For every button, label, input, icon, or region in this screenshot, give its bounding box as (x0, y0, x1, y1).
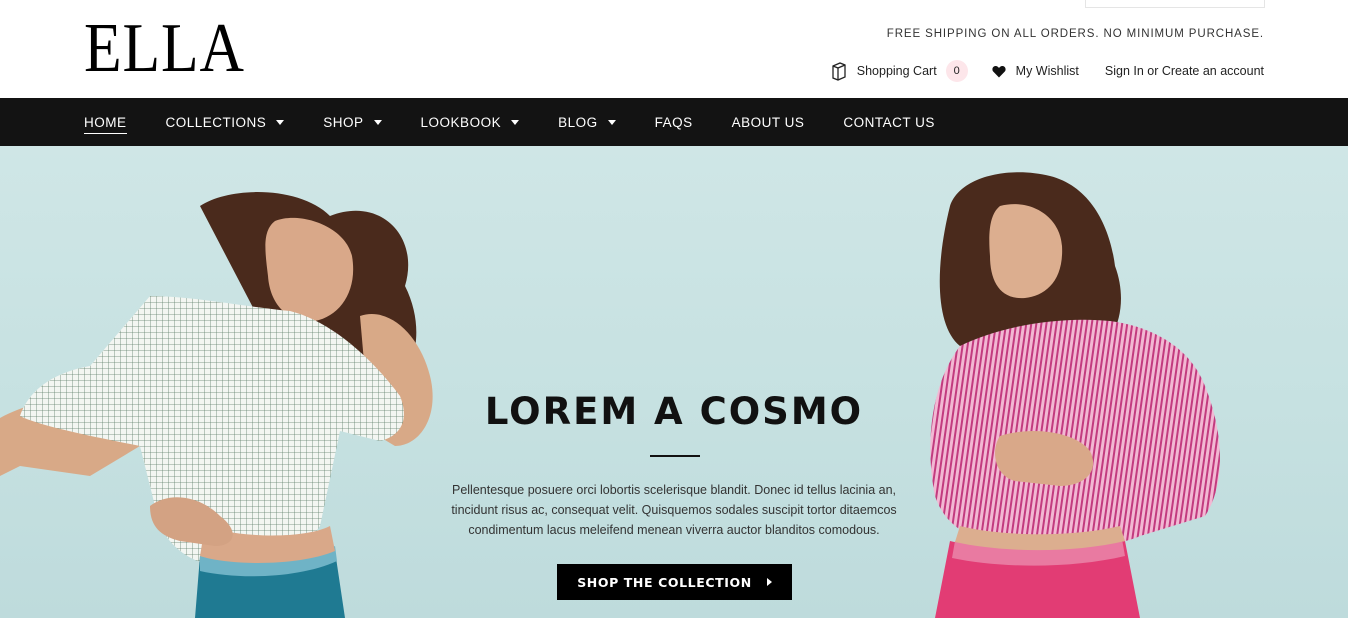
cart-icon (832, 62, 846, 81)
shop-collection-button[interactable]: SHOP THE COLLECTION (557, 564, 792, 600)
nav-item-contact-us[interactable]: CONTACT US (843, 98, 935, 146)
main-navigation: HOME COLLECTIONS SHOP LOOKBOOK BLOG FAQS… (0, 98, 1348, 146)
caret-down-icon (276, 119, 285, 125)
right-model-figure (930, 172, 1220, 618)
nav-item-shop[interactable]: SHOP (323, 98, 382, 146)
nav-item-label: COLLECTIONS (165, 114, 267, 130)
hero-description-line: Pellentesque posuere orci lobortis scele… (451, 483, 896, 497)
nav-item-label: LOOKBOOK (420, 114, 502, 130)
sign-in-link[interactable]: Sign In or Create an account (1105, 64, 1264, 78)
hero-title: LOREM A COSMO (484, 390, 864, 433)
nav-item-blog[interactable]: BLOG (558, 98, 616, 146)
hero-image (0, 172, 1220, 618)
nav-item-lookbook[interactable]: LOOKBOOK (421, 98, 520, 146)
left-model-figure (0, 192, 433, 618)
search-box-edge[interactable] (1085, 0, 1265, 8)
nav-item-label: BLOG (558, 114, 598, 130)
nav-item-home[interactable]: HOME (84, 98, 127, 146)
shopping-cart-link[interactable]: Shopping Cart 0 (831, 60, 968, 82)
header-links: Shopping Cart 0 My Wishlist Sign In or C… (831, 60, 1264, 82)
hero-description: Pellentesque posuere orci lobortis scele… (434, 480, 914, 540)
wishlist-link[interactable]: My Wishlist (992, 64, 1079, 78)
free-shipping-banner: FREE SHIPPING ON ALL ORDERS. NO MINIMUM … (886, 28, 1264, 40)
arrow-right-icon (766, 578, 772, 586)
caret-down-icon (607, 119, 616, 125)
hero-divider (650, 455, 700, 457)
hero-banner: LOREM A COSMO Pellentesque posuere orci … (0, 146, 1348, 618)
caret-down-icon (511, 119, 520, 125)
caret-down-icon (373, 119, 382, 125)
nav-item-label: SHOP (323, 114, 364, 130)
cart-label: Shopping Cart (856, 64, 937, 78)
nav-item-about-us[interactable]: ABOUT US (732, 98, 805, 146)
nav-item-label: FAQS (654, 114, 693, 130)
wishlist-label: My Wishlist (1015, 64, 1079, 78)
nav-item-faqs[interactable]: FAQS (655, 98, 693, 146)
nav-item-label: CONTACT US (843, 114, 935, 130)
cart-count-badge: 0 (945, 60, 968, 82)
logo[interactable]: ELLA (84, 14, 245, 84)
hero-description-line: condimentum lacus meleifend menean viver… (468, 523, 880, 537)
nav-item-label: ABOUT US (731, 114, 805, 130)
nav-item-label: HOME (84, 114, 127, 134)
site-header: ELLA FREE SHIPPING ON ALL ORDERS. NO MIN… (0, 0, 1348, 98)
nav-item-collections[interactable]: COLLECTIONS (166, 98, 285, 146)
heart-icon (992, 65, 1006, 77)
hero-description-line: tincidunt risus ac, consequat velit. Qui… (451, 503, 897, 517)
shop-collection-label: SHOP THE COLLECTION (577, 574, 752, 590)
nav-list: HOME COLLECTIONS SHOP LOOKBOOK BLOG FAQS… (84, 98, 974, 146)
